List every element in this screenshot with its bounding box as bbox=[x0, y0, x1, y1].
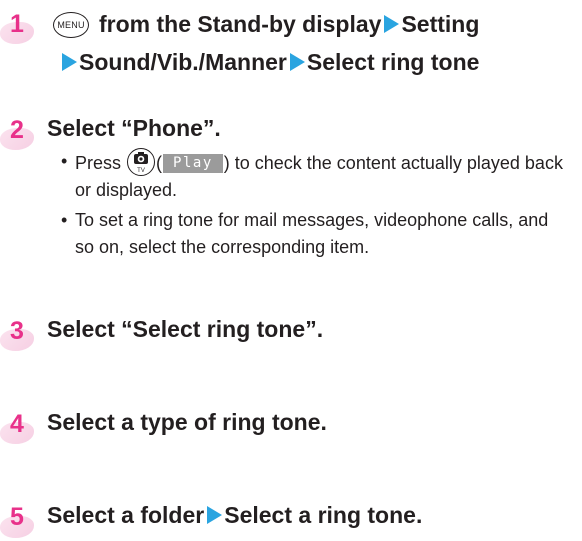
menu-key-icon: MENU bbox=[53, 12, 89, 38]
note-text: To set a ring tone for mail messages, vi… bbox=[75, 210, 549, 257]
step-3-title: Select “Select ring tone”. bbox=[47, 316, 324, 342]
camera-tv-key-icon: TV bbox=[127, 148, 156, 176]
step-1-line-1: MENU from the Stand-by display Setting bbox=[53, 8, 479, 41]
note-item: Press TV (Play) to check the content act… bbox=[61, 148, 571, 204]
step-1-text-sound: Sound/Vib./Manner bbox=[79, 49, 287, 75]
step-5-title: Select a folder Select a ring tone. bbox=[47, 499, 422, 532]
step-number: 3 bbox=[10, 317, 24, 345]
step-1-text-setting: Setting bbox=[401, 11, 480, 37]
svg-text:TV: TV bbox=[137, 168, 145, 174]
arrow-right-icon bbox=[289, 53, 305, 71]
step-1-text-select-ring-tone: Select ring tone bbox=[306, 49, 480, 75]
step-5-text-folder: Select a folder bbox=[47, 502, 205, 528]
arrow-right-icon bbox=[207, 506, 223, 524]
arrow-right-icon bbox=[62, 53, 77, 71]
play-soft-key: Play bbox=[163, 154, 223, 173]
arrow-right-icon bbox=[384, 15, 400, 33]
step-number: 4 bbox=[10, 410, 24, 438]
step-1-line-2: Sound/Vib./Manner Select ring tone bbox=[62, 46, 479, 79]
note-press-label: Press bbox=[75, 153, 122, 173]
note-item: To set a ring tone for mail messages, vi… bbox=[61, 207, 571, 261]
step-1-text-standby: from the Stand-by display bbox=[99, 11, 382, 37]
step-4-title: Select a type of ring tone. bbox=[47, 409, 327, 435]
step-number: 1 bbox=[10, 10, 24, 38]
step-number: 2 bbox=[10, 116, 24, 144]
step-2-title: Select “Phone”. bbox=[47, 115, 221, 141]
step-5-text-ring-tone: Select a ring tone. bbox=[224, 502, 423, 528]
step-2-notes: Press TV (Play) to check the content act… bbox=[61, 148, 571, 261]
step-number: 5 bbox=[10, 503, 24, 531]
